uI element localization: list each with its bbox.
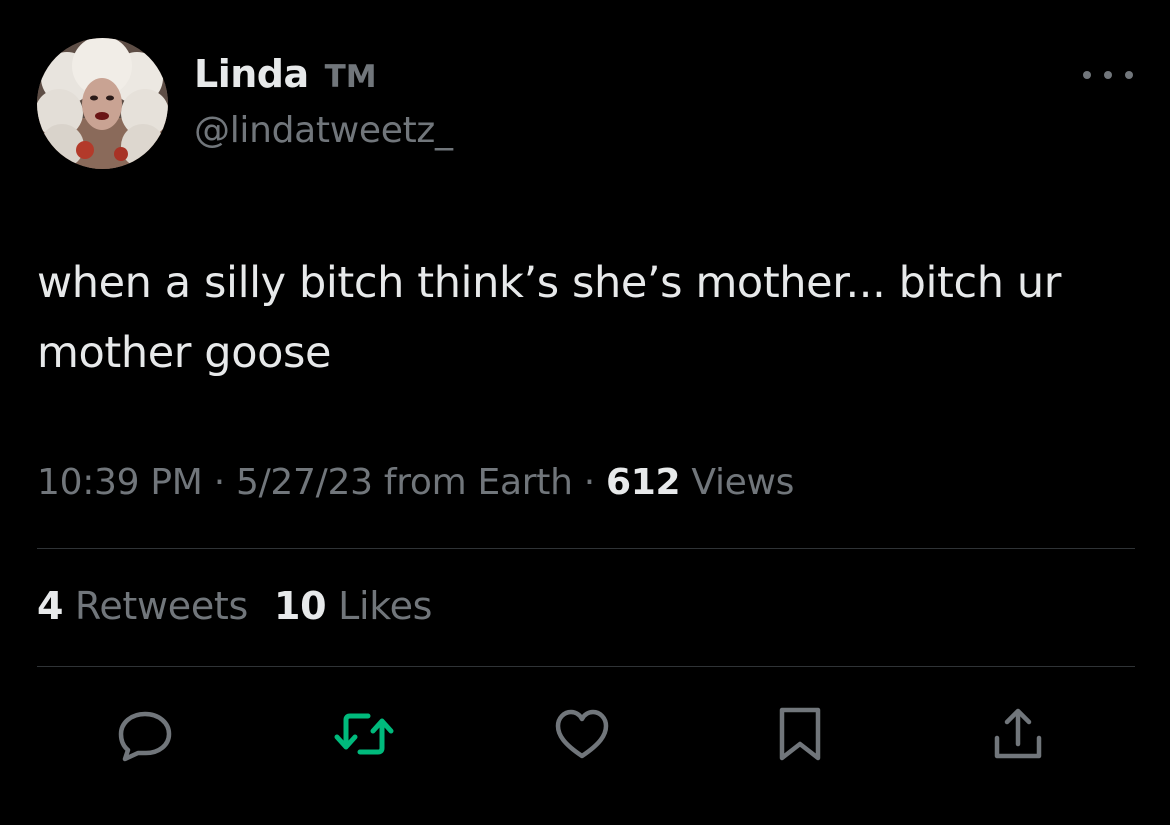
share-icon (994, 708, 1042, 759)
tweet-time[interactable]: 10:39 PM (37, 462, 203, 503)
tweet-text: when a silly bitch think’s she’s mother.… (37, 248, 1147, 388)
reply-button[interactable] (113, 702, 177, 766)
tweet-date-source: 5/27/23 from Earth (236, 462, 573, 503)
more-dot-icon (1125, 71, 1133, 79)
divider (37, 666, 1135, 667)
reply-icon (118, 711, 172, 762)
like-icon (555, 709, 609, 759)
more-dot-icon (1104, 71, 1112, 79)
retweets-stat[interactable]: 4 Retweets (37, 584, 248, 628)
retweet-button[interactable] (332, 702, 396, 766)
display-name-suffix: TM (324, 59, 377, 95)
tweet-text-line: mother goose (37, 328, 332, 378)
views-label: Views (680, 462, 795, 503)
display-name[interactable]: Linda (194, 52, 309, 96)
user-handle[interactable]: @lindatweetz_ (194, 110, 453, 151)
tweet-meta: 10:39 PM · 5/27/23 from Earth · 612 View… (37, 462, 794, 503)
bookmark-button[interactable] (768, 702, 832, 766)
like-button[interactable] (550, 702, 614, 766)
avatar[interactable] (37, 38, 168, 169)
likes-stat[interactable]: 10 Likes (274, 584, 432, 628)
retweets-count: 4 (37, 584, 64, 628)
more-options-button[interactable] (1083, 60, 1133, 90)
meta-separator: · (572, 462, 607, 503)
divider (37, 548, 1135, 549)
likes-count: 10 (274, 584, 327, 628)
bookmark-icon (779, 707, 821, 761)
retweets-label: Retweets (63, 584, 249, 628)
views-count: 612 (606, 462, 681, 503)
avatar-image (37, 38, 168, 169)
likes-label: Likes (326, 584, 433, 628)
author-name-row[interactable]: Linda TM (194, 52, 377, 102)
tweet: Linda TM @lindatweetz_ when a silly bitc… (0, 0, 1170, 825)
meta-separator: · (202, 462, 236, 503)
retweet-icon (334, 713, 394, 755)
tweet-stats: 4 Retweets 10 Likes (37, 584, 432, 628)
share-button[interactable] (986, 702, 1050, 766)
more-dot-icon (1083, 71, 1091, 79)
tweet-text-line: when a silly bitch think’s she’s mother.… (37, 258, 1062, 308)
